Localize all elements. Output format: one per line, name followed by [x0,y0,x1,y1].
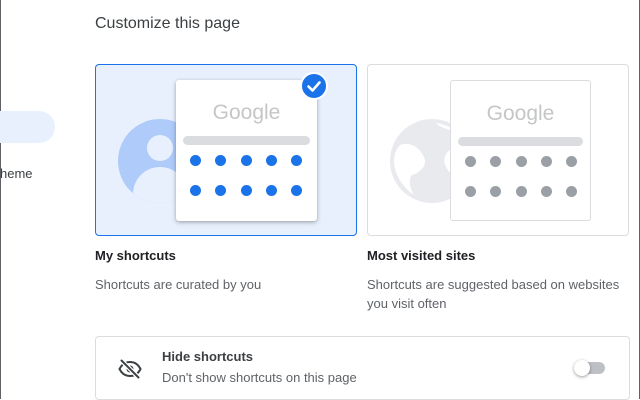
shortcut-tile [265,155,277,166]
my-shortcuts-description: Shortcuts are curated by you [95,277,262,292]
most-visited-option-card[interactable]: Google [367,64,629,236]
shortcut-tile [515,186,527,197]
most-visited-preview: Google [450,80,591,221]
shortcut-tiles-grid [465,156,577,197]
shortcut-tile [240,155,252,166]
shortcut-tile [566,186,577,197]
shortcut-tile [540,156,552,167]
shortcut-tile [566,156,577,167]
most-visited-title: Most visited sites [367,248,476,263]
shortcuts-preview: Google [176,80,317,221]
google-logo: Google [212,101,281,124]
shortcut-tile [490,156,502,167]
sidebar-item-shortcuts[interactable] [0,111,55,143]
shortcut-tile [465,156,476,167]
sidebar-item-theme[interactable]: heme [0,166,33,181]
most-visited-description-line1: Shortcuts are suggested based on website… [367,277,620,292]
hide-shortcuts-toggle[interactable] [574,360,608,376]
hide-shortcuts-description: Don't show shortcuts on this page [162,370,357,385]
page-title: Customize this page [95,15,240,32]
shortcut-tile [291,185,302,196]
shortcut-tile [190,155,201,166]
shortcut-tile [240,185,252,196]
my-shortcuts-option-card[interactable]: Google [95,64,357,236]
shortcut-tile [291,155,302,166]
most-visited-description-line2: you visit often [367,296,447,311]
shortcut-tile [465,186,476,197]
eye-off-icon [118,357,142,381]
window-border-left [0,0,1,399]
search-bar-placeholder [458,137,583,146]
most-visited-description: Shortcuts are suggested based on website… [367,275,619,313]
google-logo: Google [486,102,555,125]
shortcut-tile [515,156,527,167]
my-shortcuts-title: My shortcuts [95,248,176,263]
search-bar-placeholder [183,136,310,145]
hide-shortcuts-row: Hide shortcuts Don't show shortcuts on t… [95,336,630,400]
shortcut-tile [265,185,277,196]
shortcut-tile [190,185,201,196]
toggle-knob [574,360,590,376]
shortcut-tiles-grid [190,155,302,196]
checkmark-icon [300,72,328,100]
shortcut-tile [490,186,502,197]
shortcut-tile [215,185,227,196]
shortcut-tile [540,186,552,197]
hide-shortcuts-title: Hide shortcuts [162,349,254,364]
shortcut-tile [215,155,227,166]
